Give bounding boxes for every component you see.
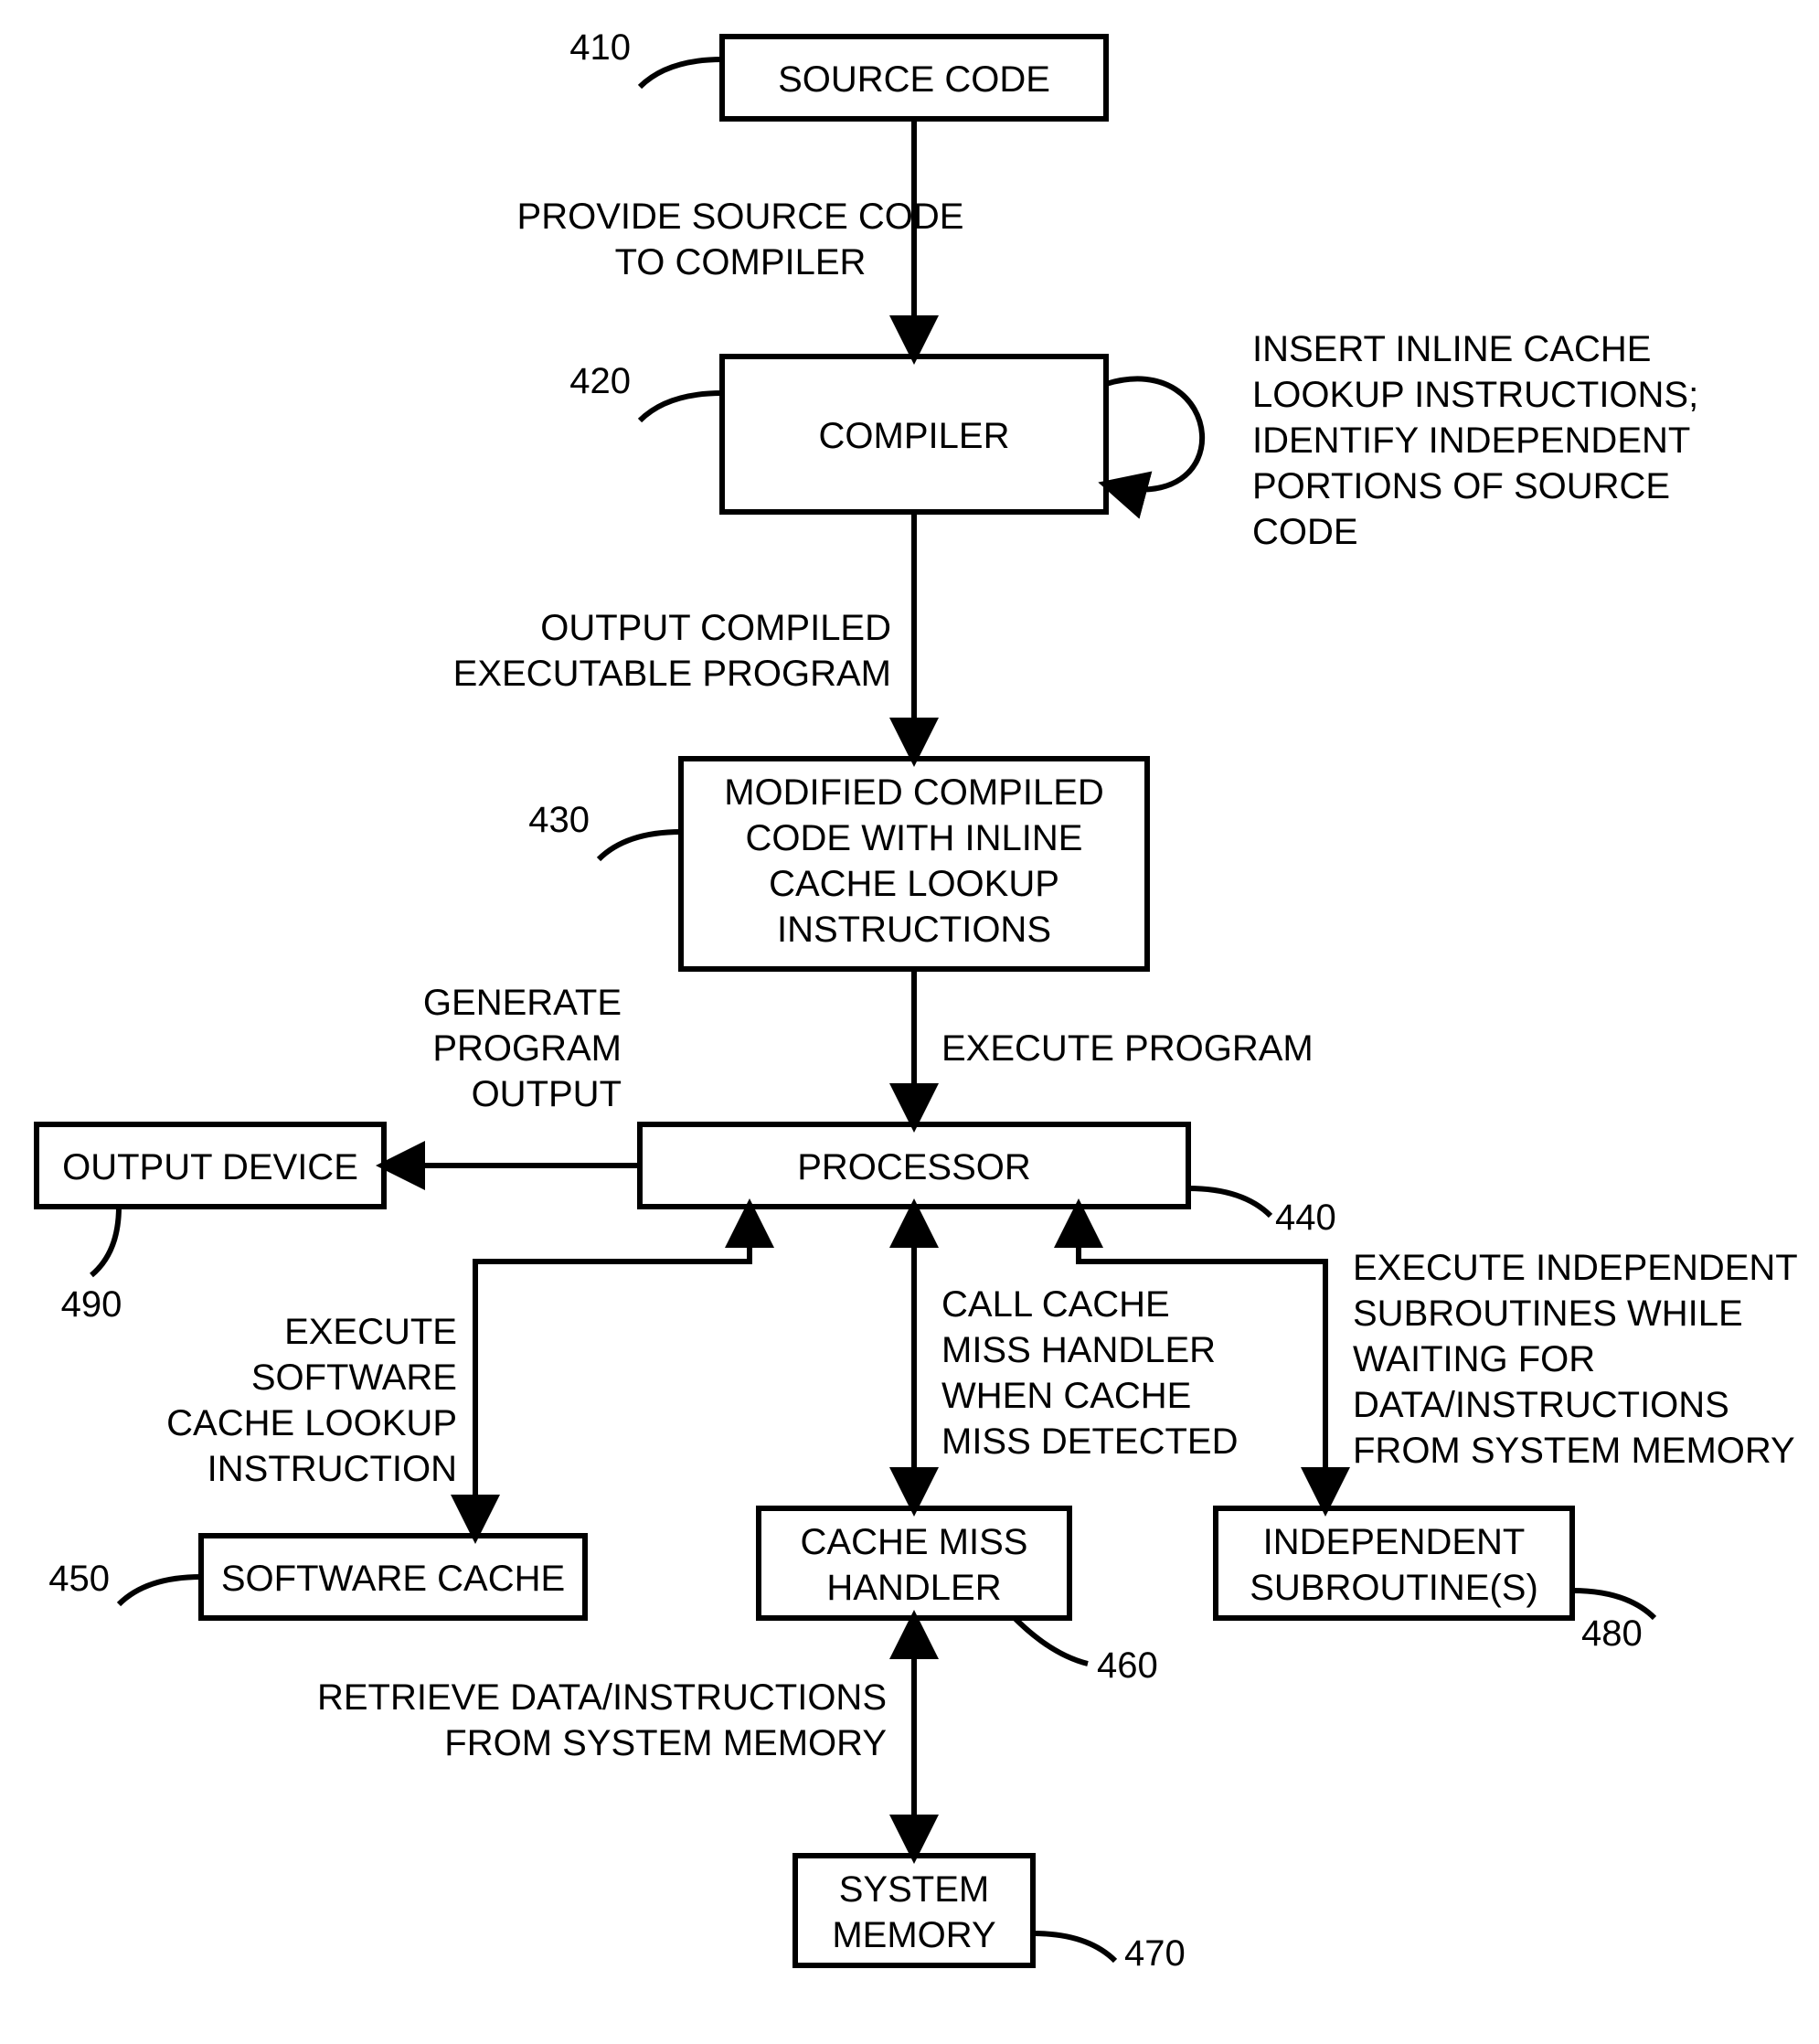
box-compiler: COMPILER 420 — [569, 357, 1202, 512]
svg-text:MODIFIED COMPILED: MODIFIED COMPILED — [724, 772, 1104, 813]
svg-text:460: 460 — [1097, 1645, 1158, 1686]
svg-text:CALL CACHE: CALL CACHE — [941, 1284, 1170, 1325]
box-software-cache: SOFTWARE CACHE 450 — [48, 1536, 585, 1618]
svg-text:INSTRUCTIONS: INSTRUCTIONS — [777, 910, 1051, 950]
svg-text:PROCESSOR: PROCESSOR — [797, 1147, 1031, 1187]
svg-text:CACHE LOOKUP: CACHE LOOKUP — [769, 864, 1059, 904]
svg-text:TO COMPILER: TO COMPILER — [615, 242, 867, 282]
svg-text:CODE: CODE — [1252, 512, 1358, 552]
edge-compiler-to-modified: OUTPUT COMPILED EXECUTABLE PROGRAM — [453, 512, 914, 759]
svg-text:SUBROUTINE(S): SUBROUTINE(S) — [1250, 1568, 1538, 1608]
svg-text:SOFTWARE: SOFTWARE — [251, 1357, 457, 1398]
svg-text:PROVIDE SOURCE CODE: PROVIDE SOURCE CODE — [517, 197, 964, 237]
svg-text:470: 470 — [1124, 1933, 1186, 1974]
edge-processor-to-swcache: EXECUTE SOFTWARE CACHE LOOKUP INSTRUCTIO… — [166, 1207, 750, 1536]
svg-text:SOURCE CODE: SOURCE CODE — [778, 59, 1050, 100]
svg-text:CACHE MISS: CACHE MISS — [801, 1522, 1028, 1562]
svg-text:COMPILER: COMPILER — [819, 416, 1010, 456]
svg-text:EXECUTE: EXECUTE — [284, 1312, 457, 1352]
svg-text:WHEN CACHE: WHEN CACHE — [941, 1376, 1191, 1416]
svg-text:CACHE LOOKUP: CACHE LOOKUP — [166, 1403, 457, 1443]
svg-text:490: 490 — [61, 1284, 122, 1325]
svg-text:410: 410 — [569, 27, 631, 68]
svg-text:440: 440 — [1275, 1198, 1336, 1238]
svg-text:450: 450 — [48, 1559, 110, 1599]
flowchart: SOURCE CODE 410 COMPILER 420 INSERT INLI… — [0, 0, 1819, 2044]
svg-text:480: 480 — [1581, 1613, 1643, 1654]
svg-text:SYSTEM: SYSTEM — [839, 1869, 989, 1910]
svg-text:FROM SYSTEM MEMORY: FROM SYSTEM MEMORY — [1353, 1431, 1795, 1471]
edge-processor-to-output: GENERATE PROGRAM OUTPUT — [384, 983, 640, 1166]
box-system-memory: SYSTEM MEMORY 470 — [795, 1856, 1186, 1974]
svg-text:OUTPUT COMPILED: OUTPUT COMPILED — [540, 608, 891, 648]
svg-text:CODE WITH INLINE: CODE WITH INLINE — [746, 818, 1083, 858]
svg-text:WAITING FOR: WAITING FOR — [1353, 1339, 1595, 1379]
svg-text:LOOKUP INSTRUCTIONS;: LOOKUP INSTRUCTIONS; — [1252, 375, 1698, 415]
box-output-device: OUTPUT DEVICE 490 — [37, 1124, 384, 1325]
svg-text:SOFTWARE CACHE: SOFTWARE CACHE — [221, 1559, 565, 1599]
svg-text:DATA/INSTRUCTIONS: DATA/INSTRUCTIONS — [1353, 1385, 1729, 1425]
svg-text:RETRIEVE DATA/INSTRUCTIONS: RETRIEVE DATA/INSTRUCTIONS — [317, 1677, 887, 1718]
svg-text:EXECUTABLE PROGRAM: EXECUTABLE PROGRAM — [453, 654, 891, 694]
edge-modified-to-processor: EXECUTE PROGRAM — [914, 969, 1314, 1124]
box-source-code: SOURCE CODE 410 — [569, 27, 1106, 119]
box-processor: PROCESSOR 440 — [640, 1124, 1336, 1238]
svg-text:SUBROUTINES WHILE: SUBROUTINES WHILE — [1353, 1293, 1743, 1334]
edge-source-to-compiler: PROVIDE SOURCE CODE TO COMPILER — [517, 119, 964, 357]
svg-text:INSERT INLINE CACHE: INSERT INLINE CACHE — [1252, 329, 1651, 369]
box-cache-miss-handler: CACHE MISS HANDLER 460 — [759, 1508, 1158, 1686]
svg-text:420: 420 — [569, 361, 631, 401]
svg-text:HANDLER: HANDLER — [826, 1568, 1001, 1608]
svg-text:MISS HANDLER: MISS HANDLER — [941, 1330, 1216, 1370]
svg-text:EXECUTE PROGRAM: EXECUTE PROGRAM — [941, 1028, 1314, 1069]
svg-text:GENERATE: GENERATE — [423, 983, 622, 1023]
svg-text:FROM SYSTEM MEMORY: FROM SYSTEM MEMORY — [444, 1723, 887, 1763]
box-modified-code: MODIFIED COMPILED CODE WITH INLINE CACHE… — [528, 759, 1147, 969]
svg-text:430: 430 — [528, 800, 590, 840]
edge-cmh-to-sysmem: RETRIEVE DATA/INSTRUCTIONS FROM SYSTEM M… — [317, 1618, 914, 1856]
svg-text:IDENTIFY INDEPENDENT: IDENTIFY INDEPENDENT — [1252, 421, 1690, 461]
svg-text:OUTPUT: OUTPUT — [472, 1074, 622, 1114]
svg-text:MEMORY: MEMORY — [832, 1915, 995, 1955]
svg-text:EXECUTE INDEPENDENT: EXECUTE INDEPENDENT — [1353, 1248, 1798, 1288]
label-compiler-self: INSERT INLINE CACHE LOOKUP INSTRUCTIONS;… — [1252, 329, 1698, 552]
box-independent-subroutines: INDEPENDENT SUBROUTINE(S) 480 — [1216, 1508, 1654, 1654]
svg-text:MISS DETECTED: MISS DETECTED — [941, 1421, 1238, 1462]
svg-text:INDEPENDENT: INDEPENDENT — [1263, 1522, 1526, 1562]
svg-text:PORTIONS OF SOURCE: PORTIONS OF SOURCE — [1252, 466, 1670, 506]
svg-text:PROGRAM: PROGRAM — [432, 1028, 622, 1069]
svg-text:INSTRUCTION: INSTRUCTION — [207, 1449, 457, 1489]
svg-text:OUTPUT DEVICE: OUTPUT DEVICE — [62, 1147, 358, 1187]
